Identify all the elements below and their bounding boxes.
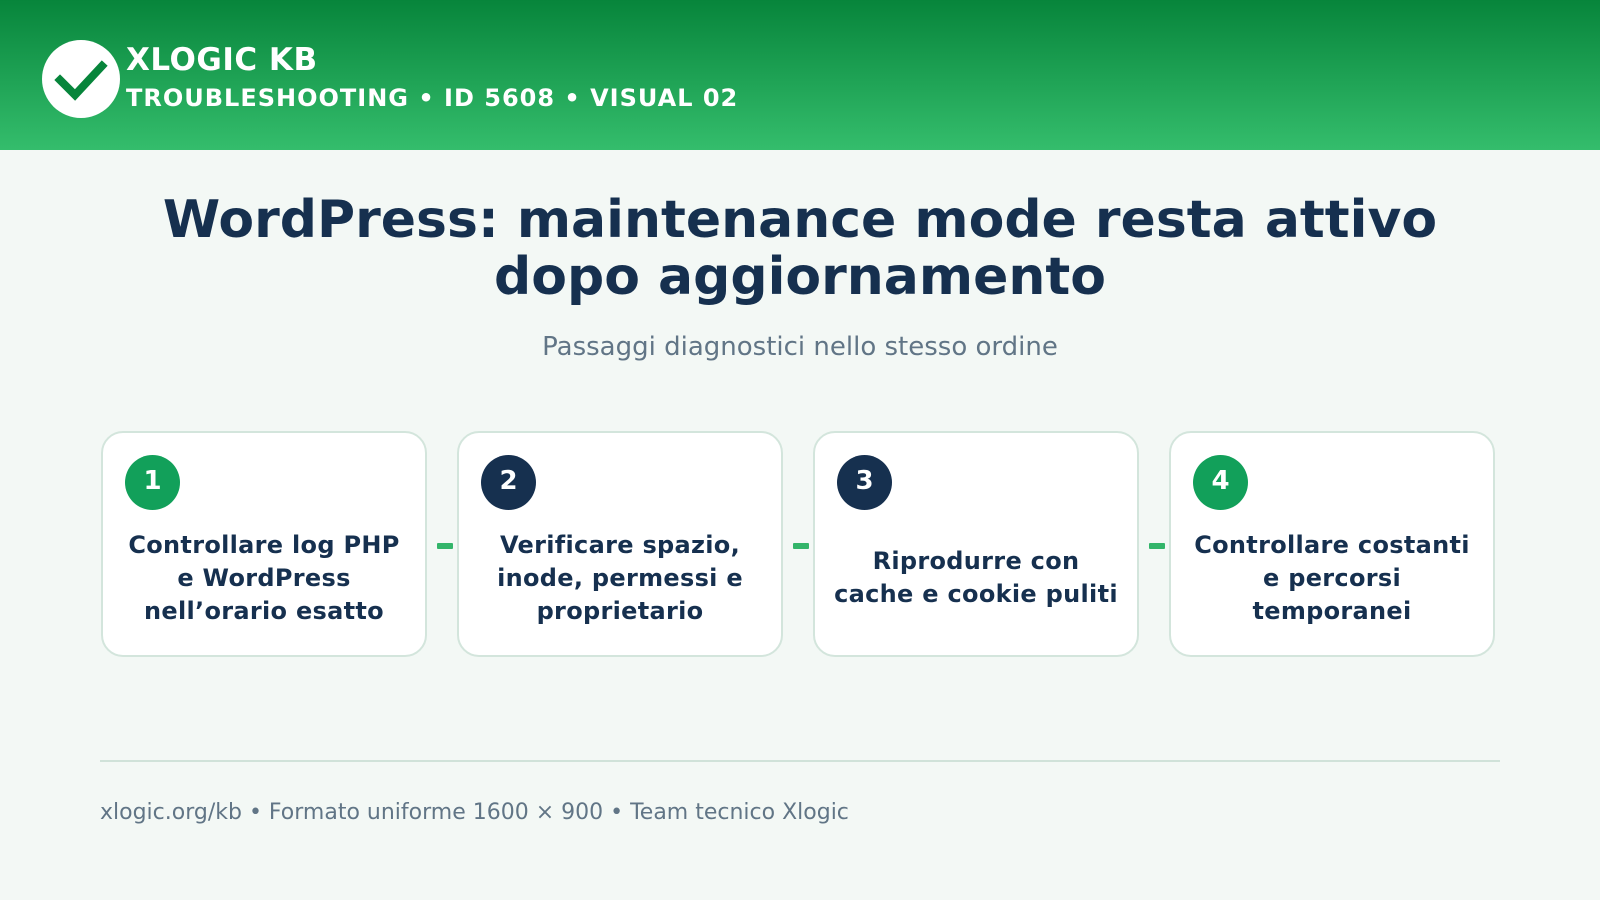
step-number-badge: 4 (1193, 455, 1248, 510)
step-connector (1149, 543, 1165, 549)
header-banner: XLOGIC KB TROUBLESHOOTING • ID 5608 • VI… (0, 0, 1600, 150)
footer-divider (100, 760, 1500, 762)
step-text: Verificare spazio, inode, permessi e pro… (497, 530, 743, 625)
page-subtitle: Passaggi diagnostici nello stesso ordine (542, 332, 1058, 362)
step-connector (793, 543, 809, 549)
step-text: Controllare log PHP e WordPress nell’ora… (128, 530, 400, 625)
step-number-badge: 3 (837, 455, 892, 510)
step-text: Controllare costanti e percorsi temporan… (1194, 530, 1470, 625)
step-number-badge: 1 (125, 455, 180, 510)
page-title-line-2: dopo aggiornamento (494, 247, 1106, 307)
footer-text: xlogic.org/kb • Formato uniforme 1600 × … (100, 800, 849, 825)
checkmark-icon (54, 60, 108, 101)
step-card-4: 4 Controllare costanti e percorsi tempor… (1169, 431, 1495, 657)
step-number-badge: 2 (481, 455, 536, 510)
step-card-3: 3 Riprodurre con cache e cookie puliti (813, 431, 1139, 657)
step-connector (437, 543, 453, 549)
logo-badge (42, 40, 120, 118)
document-meta: TROUBLESHOOTING • ID 5608 • VISUAL 02 (126, 84, 739, 112)
step-card-1: 1 Controllare log PHP e WordPress nell’o… (101, 431, 427, 657)
step-card-2: 2 Verificare spazio, inode, permessi e p… (457, 431, 783, 657)
page-title: WordPress: maintenance mode resta attivo… (0, 192, 1600, 306)
step-text: Riprodurre con cache e cookie puliti (834, 547, 1118, 608)
page-title-line-1: WordPress: maintenance mode resta attivo (162, 190, 1438, 250)
brand-name: XLOGIC KB (126, 42, 318, 78)
